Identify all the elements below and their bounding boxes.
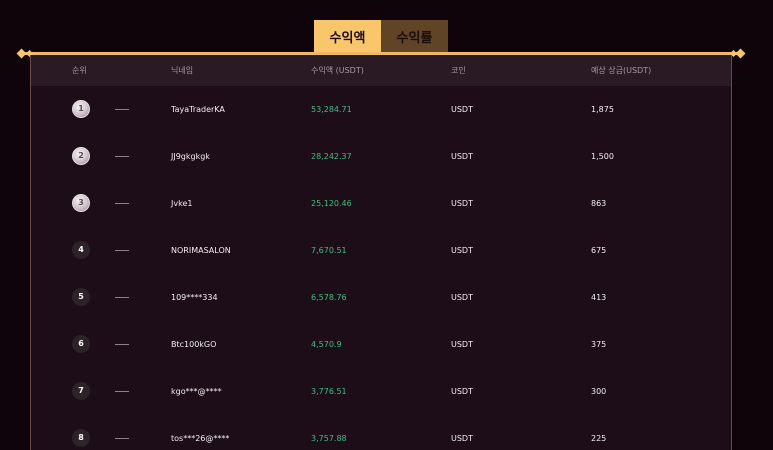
nickname-cell: 109****334 <box>171 293 218 302</box>
tab-profit-amount[interactable]: 수익액 <box>314 20 381 52</box>
leaderboard-page: 수익액 수익률 순위 닉네임 수익액 (USDT) 코인 예상 상금(USDT)… <box>0 0 773 450</box>
profit-cell: 3,776.51 <box>311 387 347 396</box>
left-diamond-ornament <box>16 48 27 59</box>
rank-change-dash <box>115 250 129 251</box>
rank-badge: 5 <box>72 288 90 306</box>
rank-change-dash <box>115 156 129 157</box>
table-row: 5 109****334 6,578.76 USDT 413 <box>31 274 731 321</box>
nickname-cell: tos***26@**** <box>171 434 230 443</box>
rank-badge: 6 <box>72 335 90 353</box>
ranking-tabs: 수익액 수익률 <box>314 20 448 52</box>
nickname-cell: JJ9gkgkgk <box>171 152 210 161</box>
rank-change-dash <box>115 344 129 345</box>
profit-cell: 7,670.51 <box>311 246 347 255</box>
table-header: 순위 닉네임 수익액 (USDT) 코인 예상 상금(USDT) <box>31 55 731 86</box>
table-row: 3 Jvke1 25,120.46 USDT 863 <box>31 180 731 227</box>
coin-cell: USDT <box>451 387 473 396</box>
table-row: 1 TayaTraderKA 53,284.71 USDT 1,875 <box>31 86 731 133</box>
prize-cell: 1,875 <box>591 105 614 114</box>
profit-cell: 4,570.9 <box>311 340 342 349</box>
header-prize: 예상 상금(USDT) <box>591 66 652 75</box>
leaderboard-table: 순위 닉네임 수익액 (USDT) 코인 예상 상금(USDT) 1 TayaTr… <box>30 55 732 450</box>
header-coin: 코인 <box>451 66 466 75</box>
rank-badge-medal-icon: 3 <box>72 194 90 212</box>
rank-badge: 8 <box>72 429 90 447</box>
prize-cell: 375 <box>591 340 607 349</box>
rank-change-dash <box>115 297 129 298</box>
table-row: 7 kgo***@**** 3,776.51 USDT 300 <box>31 368 731 415</box>
coin-cell: USDT <box>451 434 473 443</box>
header-nickname: 닉네임 <box>171 66 194 75</box>
right-diamond-ornament <box>735 48 746 59</box>
prize-cell: 675 <box>591 246 607 255</box>
profit-cell: 53,284.71 <box>311 105 352 114</box>
rank-badge: 7 <box>72 382 90 400</box>
table-row: 8 tos***26@**** 3,757.88 USDT 225 <box>31 415 731 450</box>
profit-cell: 6,578.76 <box>311 293 347 302</box>
nickname-cell: kgo***@**** <box>171 387 222 396</box>
coin-cell: USDT <box>451 246 473 255</box>
nickname-cell: Btc100kGO <box>171 340 217 349</box>
header-rank: 순위 <box>72 66 87 75</box>
prize-cell: 1,500 <box>591 152 614 161</box>
rank-change-dash <box>115 203 129 204</box>
rank-badge: 4 <box>72 241 90 259</box>
table-row: 6 Btc100kGO 4,570.9 USDT 375 <box>31 321 731 368</box>
rank-change-dash <box>115 391 129 392</box>
coin-cell: USDT <box>451 340 473 349</box>
coin-cell: USDT <box>451 199 473 208</box>
profit-cell: 3,757.88 <box>311 434 347 443</box>
profit-cell: 25,120.46 <box>311 199 352 208</box>
profit-cell: 28,242.37 <box>311 152 352 161</box>
prize-cell: 300 <box>591 387 607 396</box>
prize-cell: 863 <box>591 199 607 208</box>
prize-cell: 225 <box>591 434 607 443</box>
table-row: 4 NORIMASALON 7,670.51 USDT 675 <box>31 227 731 274</box>
rank-change-dash <box>115 438 129 439</box>
nickname-cell: TayaTraderKA <box>171 105 225 114</box>
rank-badge-medal-icon: 1 <box>72 100 90 118</box>
nickname-cell: Jvke1 <box>171 199 193 208</box>
prize-cell: 413 <box>591 293 607 302</box>
nickname-cell: NORIMASALON <box>171 246 231 255</box>
coin-cell: USDT <box>451 152 473 161</box>
coin-cell: USDT <box>451 105 473 114</box>
coin-cell: USDT <box>451 293 473 302</box>
table-row: 2 JJ9gkgkgk 28,242.37 USDT 1,500 <box>31 133 731 180</box>
header-profit: 수익액 (USDT) <box>311 66 364 75</box>
tab-profit-rate[interactable]: 수익률 <box>381 20 448 52</box>
rank-change-dash <box>115 109 129 110</box>
rank-badge-medal-icon: 2 <box>72 147 90 165</box>
